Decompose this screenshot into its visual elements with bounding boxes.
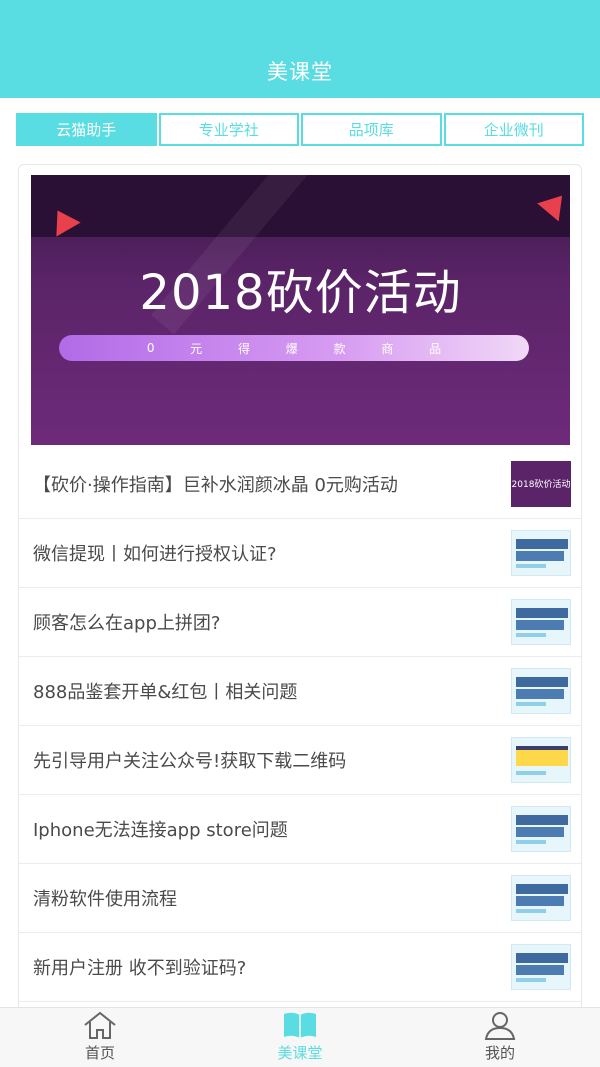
- article-title: 新用户注册 收不到验证码?: [33, 958, 247, 979]
- content-card: 2018砍价活动 0 元 得 爆 款 商 品 【砍价·操作指南】巨补水润颜冰晶 …: [18, 164, 582, 1064]
- nav-label: 美课堂: [277, 1044, 323, 1062]
- article-title: 888品鉴套开单&红包丨相关问题: [33, 682, 298, 703]
- article-thumbnail: [511, 530, 571, 576]
- bottom-nav: 首页 美课堂 我的: [0, 1007, 600, 1067]
- promo-banner[interactable]: 2018砍价活动 0 元 得 爆 款 商 品: [31, 175, 570, 445]
- article-thumbnail: [511, 875, 571, 921]
- article-list: 【砍价·操作指南】巨补水润颜冰晶 0元购活动 2018砍价活动 微信提现丨如何进…: [19, 450, 581, 1002]
- article-title: Iphone无法连接app store问题: [33, 820, 288, 841]
- banner-pill-char: 得: [238, 341, 251, 356]
- list-item[interactable]: 888品鉴套开单&红包丨相关问题: [19, 657, 581, 726]
- page-title: 美课堂: [267, 60, 333, 84]
- banner-pill-char: 商: [381, 341, 394, 356]
- nav-label: 首页: [84, 1044, 115, 1062]
- banner-pill-char: 元: [190, 341, 203, 356]
- nav-mine[interactable]: 我的: [400, 1008, 600, 1067]
- banner-pill-char: 爆: [285, 341, 298, 356]
- list-item[interactable]: 新用户注册 收不到验证码?: [19, 933, 581, 1002]
- list-item[interactable]: 微信提现丨如何进行授权认证?: [19, 519, 581, 588]
- banner-pill-char: 款: [333, 341, 346, 356]
- article-title: 先引导用户关注公众号!获取下载二维码: [33, 751, 347, 772]
- list-item[interactable]: 顾客怎么在app上拼团?: [19, 588, 581, 657]
- tab-enterprise-journal[interactable]: 企业微刊: [443, 113, 584, 146]
- banner-pill-char: 品: [429, 341, 442, 356]
- tab-product-library[interactable]: 品项库: [301, 113, 442, 146]
- list-item[interactable]: 清粉软件使用流程: [19, 864, 581, 933]
- list-item[interactable]: 【砍价·操作指南】巨补水润颜冰晶 0元购活动 2018砍价活动: [19, 450, 581, 519]
- article-title: 清粉软件使用流程: [33, 889, 177, 910]
- banner-top-stripe: [31, 175, 570, 237]
- article-thumbnail: [511, 944, 571, 990]
- banner-title: 2018砍价活动: [139, 265, 462, 321]
- article-title: 顾客怎么在app上拼团?: [33, 613, 221, 634]
- article-thumbnail: [511, 806, 571, 852]
- tab-yunmao-assistant[interactable]: 云猫助手: [16, 113, 157, 146]
- thumbnail-text: 2018砍价活动: [511, 480, 571, 490]
- article-thumbnail: [511, 737, 571, 783]
- nav-home[interactable]: 首页: [0, 1008, 200, 1067]
- banner-pill: 0 元 得 爆 款 商 品: [59, 335, 529, 361]
- article-thumbnail: [511, 668, 571, 714]
- list-item[interactable]: Iphone无法连接app store问题: [19, 795, 581, 864]
- user-icon: [484, 1012, 516, 1040]
- tab-professional-society[interactable]: 专业学社: [158, 113, 299, 146]
- list-item[interactable]: 先引导用户关注公众号!获取下载二维码: [19, 726, 581, 795]
- nav-classroom[interactable]: 美课堂: [200, 1008, 400, 1067]
- article-thumbnail: [511, 599, 571, 645]
- nav-label: 我的: [484, 1044, 515, 1062]
- app-header: 美课堂: [0, 0, 600, 98]
- home-icon: [84, 1011, 116, 1039]
- banner-pill-char: 0: [146, 341, 155, 355]
- category-tabs: 云猫助手 专业学社 品项库 企业微刊: [16, 113, 584, 146]
- article-title: 微信提现丨如何进行授权认证?: [33, 544, 277, 565]
- book-icon: [284, 1012, 316, 1038]
- article-title: 【砍价·操作指南】巨补水润颜冰晶 0元购活动: [33, 475, 398, 496]
- article-thumbnail: 2018砍价活动: [511, 461, 571, 507]
